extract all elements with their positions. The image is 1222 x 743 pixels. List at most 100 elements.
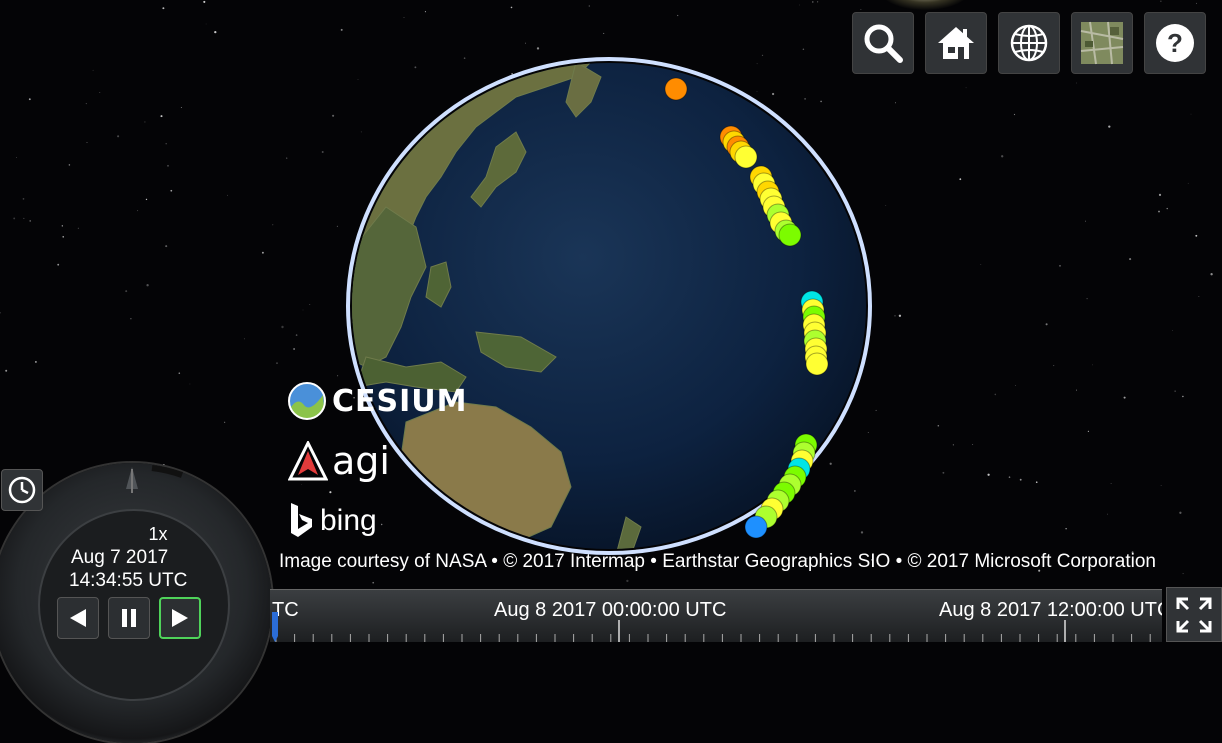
star [1107,513,1108,515]
star [321,151,324,153]
timeline-label: Aug 8 2017 00:00:00 UTC [494,599,727,621]
star [1001,155,1004,158]
star [588,5,590,7]
star [302,309,304,311]
earthquake-point[interactable] [778,223,802,247]
reverse-button[interactable] [57,597,99,639]
star [160,115,163,118]
star [1166,207,1168,210]
star [130,318,132,320]
star [286,157,288,159]
agi-logo[interactable]: agi [288,436,468,486]
star [23,217,25,219]
star [1129,258,1132,261]
star [15,157,17,158]
star [510,6,513,9]
timeline[interactable]: TC Aug 8 2017 00:00:00 UTC Aug 8 2017 12… [270,589,1162,642]
star [1019,478,1022,481]
star [372,581,375,584]
star [170,189,173,192]
star [86,141,88,143]
star [261,251,264,254]
star [165,245,168,248]
agi-mark-icon [288,441,328,481]
agi-wordmark: agi [332,439,390,483]
star [1008,476,1011,478]
star [293,348,296,350]
star [125,290,128,293]
star [61,225,63,227]
star [1053,365,1055,367]
pause-icon [122,609,136,627]
star [1182,395,1184,398]
star [959,178,962,181]
bing-wordmark: bing [320,504,377,537]
star [1092,364,1093,366]
animation-time-label: 14:34:55 UTC [69,570,188,591]
star [761,54,764,57]
clock-button[interactable] [1,469,43,511]
cesium-logo[interactable]: CESIUM [288,376,468,426]
star [340,28,343,31]
help-button[interactable]: ? [1144,12,1206,74]
star [1160,0,1162,2]
star [276,362,278,364]
star [162,7,165,10]
star [799,4,801,6]
star [1158,210,1160,213]
star [1196,2,1197,4]
star [309,304,311,305]
earthquake-point[interactable] [805,352,829,376]
star [677,14,679,17]
star [144,121,146,123]
star [1084,220,1087,222]
satellite-thumbnail-icon [1080,21,1124,65]
pause-button[interactable] [108,597,150,639]
earthquake-point[interactable] [734,145,758,169]
star [57,263,60,266]
star [1158,193,1162,196]
star [68,164,71,166]
star [205,23,207,25]
play-icon [172,609,188,627]
star [626,579,629,583]
star [972,444,974,445]
star [1190,113,1192,115]
magnifier-icon [864,24,903,63]
star [336,225,338,227]
star [987,473,990,476]
star [1195,234,1198,237]
svg-text:?: ? [1167,28,1183,58]
star [1013,113,1016,116]
star [214,30,217,34]
star [77,227,79,229]
bing-mark-icon [291,503,312,537]
star [0,312,1,314]
geocoder-search-button[interactable] [852,12,914,74]
star [272,224,274,226]
star [937,425,940,427]
home-button[interactable] [925,12,987,74]
star [227,194,229,196]
timeline-needle[interactable] [270,612,280,642]
base-layer-picker-button[interactable] [1071,12,1133,74]
fullscreen-button[interactable] [1166,587,1222,642]
star [942,471,945,474]
earthquake-point[interactable] [744,515,768,539]
cesium-wordmark: CESIUM [332,383,468,419]
star [994,393,997,396]
bing-logo[interactable]: bing [288,496,468,546]
star [898,314,902,317]
scene-mode-button[interactable] [998,12,1060,74]
earthquake-point[interactable] [664,77,688,101]
play-reverse-icon [70,609,86,627]
star [332,114,335,117]
star [62,236,64,238]
star [165,142,167,145]
star [525,42,526,44]
play-button[interactable] [159,597,201,639]
animation-date-label: Aug 7 2017 [71,547,169,568]
star [99,91,101,93]
animation-controls [57,597,201,639]
star [13,217,16,220]
